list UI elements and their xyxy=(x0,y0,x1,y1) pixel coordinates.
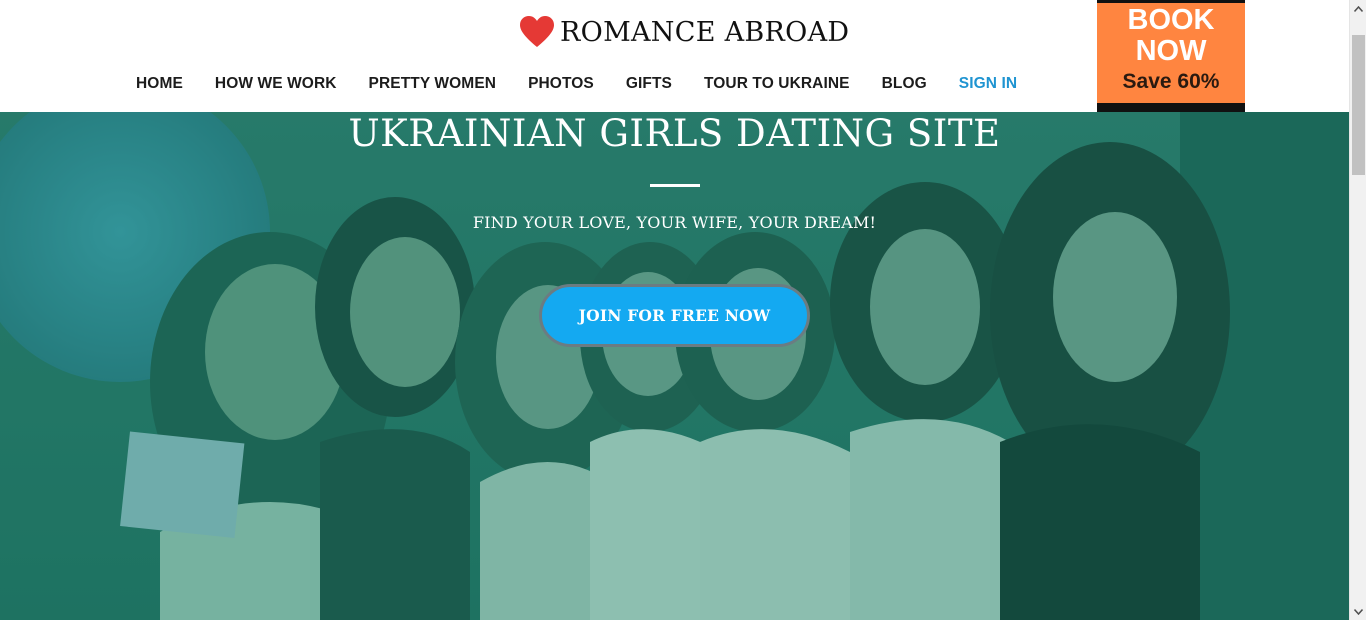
scroll-down-arrow-icon[interactable] xyxy=(1350,603,1366,620)
main-nav: HOME HOW WE WORK PRETTY WOMEN PHOTOS GIF… xyxy=(136,72,1017,96)
site-logo[interactable]: ROMANCE ABROAD xyxy=(520,16,849,48)
nav-blog[interactable]: BLOG xyxy=(882,75,927,93)
nav-pretty-women[interactable]: PRETTY WOMEN xyxy=(369,75,497,93)
now-label: NOW xyxy=(1135,35,1207,67)
save-label: Save 60% xyxy=(1122,70,1220,93)
hero-section: UKRAINIAN GIRLS DATING SITE FIND YOUR LO… xyxy=(0,112,1349,620)
book-now-promo[interactable]: BOOK NOW Save 60% xyxy=(1097,0,1245,112)
nav-home[interactable]: HOME xyxy=(136,75,183,93)
heart-icon xyxy=(520,16,554,47)
site-header: ROMANCE ABROAD HOME HOW WE WORK PRETTY W… xyxy=(0,0,1349,112)
book-label: BOOK xyxy=(1127,4,1215,36)
nav-photos[interactable]: PHOTOS xyxy=(528,75,594,93)
scrollbar-thumb[interactable] xyxy=(1352,35,1365,175)
hero-background-photo xyxy=(0,112,1349,620)
nav-how-we-work[interactable]: HOW WE WORK xyxy=(215,75,337,93)
nav-gifts[interactable]: GIFTS xyxy=(626,75,672,93)
logo-text: ROMANCE ABROAD xyxy=(560,16,850,48)
join-for-free-button[interactable]: JOIN FOR FREE NOW xyxy=(539,284,810,347)
hero-title: UKRAINIAN GIRLS DATING SITE xyxy=(348,112,1001,155)
page: ROMANCE ABROAD HOME HOW WE WORK PRETTY W… xyxy=(0,0,1366,620)
hero-subtitle: FIND YOUR LOVE, YOUR WIFE, YOUR DREAM! xyxy=(472,213,877,232)
nav-tour-to-ukraine[interactable]: TOUR TO UKRAINE xyxy=(704,75,850,93)
scroll-up-arrow-icon[interactable] xyxy=(1350,0,1366,17)
vertical-scrollbar[interactable] xyxy=(1349,0,1366,620)
hero-divider xyxy=(650,184,700,187)
nav-sign-in[interactable]: SIGN IN xyxy=(959,75,1017,93)
